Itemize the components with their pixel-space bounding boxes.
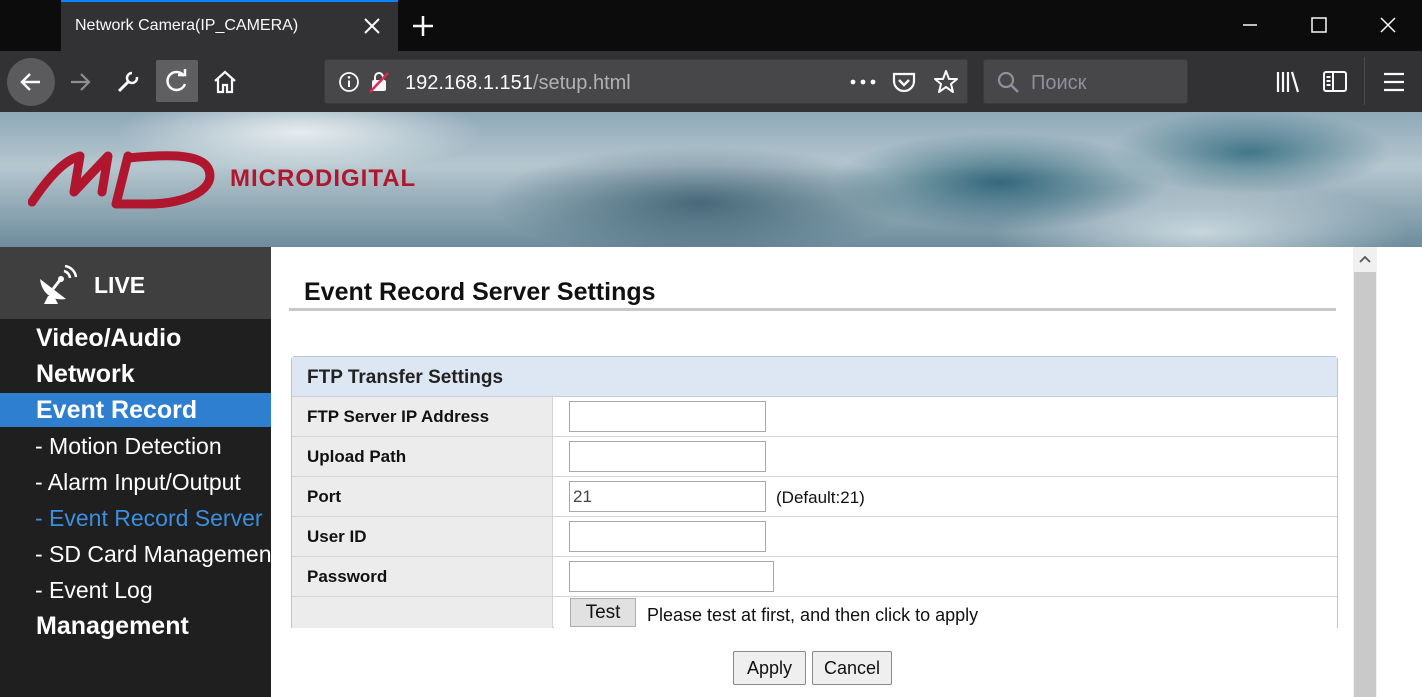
live-label: LIVE bbox=[94, 272, 146, 298]
port-value-cell: (Default:21) bbox=[554, 477, 1337, 516]
url-path: /setup.html bbox=[532, 72, 631, 94]
scrollbar-thumb[interactable] bbox=[1354, 272, 1376, 697]
brand-name: MICRODIGITAL bbox=[230, 165, 417, 192]
user-id-label-cell: User ID bbox=[292, 517, 553, 556]
browser-tab[interactable]: Network Camera(IP_CAMERA) bbox=[61, 0, 398, 51]
panel-header: FTP Transfer Settings bbox=[292, 357, 1337, 397]
menu-video-audio[interactable]: Video/Audio bbox=[0, 321, 271, 355]
nav-toolbar: 192.168.1.151/setup.html Поиск bbox=[0, 51, 1422, 112]
menu-event-record-server[interactable]: - Event Record Server bbox=[0, 501, 271, 535]
back-arrow-icon bbox=[20, 73, 40, 91]
ftp-ip-value-cell bbox=[554, 397, 1337, 436]
test-button[interactable]: Test bbox=[570, 598, 636, 627]
forward-arrow-icon bbox=[71, 73, 91, 91]
search-bar[interactable]: Поиск bbox=[983, 59, 1188, 104]
bookmark-star-icon[interactable] bbox=[933, 69, 959, 95]
sidebar-toggle-icon[interactable] bbox=[1322, 69, 1348, 95]
port-input[interactable] bbox=[569, 481, 766, 512]
port-label: Port bbox=[307, 487, 341, 506]
password-row: Password bbox=[292, 557, 1337, 597]
password-label-cell: Password bbox=[292, 557, 553, 596]
upload-path-label-cell: Upload Path bbox=[292, 437, 553, 476]
forward-button[interactable] bbox=[58, 60, 102, 104]
upload-path-value-cell bbox=[554, 437, 1337, 476]
apply-button[interactable]: Apply bbox=[733, 651, 806, 685]
menu-motion-detection[interactable]: - Motion Detection bbox=[0, 429, 271, 463]
new-tab-plus-icon[interactable] bbox=[408, 11, 438, 41]
url-host: 192.168.1.151 bbox=[405, 72, 533, 94]
maximize-window-icon[interactable] bbox=[1306, 12, 1332, 38]
settings-content: Event Record Server Settings FTP Transfe… bbox=[271, 247, 1353, 697]
page-actions-dots-icon[interactable] bbox=[850, 77, 876, 87]
sidebar: LIVE Video/Audio Network Event Record - … bbox=[0, 247, 271, 697]
menu-event-log[interactable]: - Event Log bbox=[0, 573, 271, 607]
tab-title: Network Camera(IP_CAMERA) bbox=[75, 17, 299, 34]
upload-path-label: Upload Path bbox=[307, 447, 407, 466]
user-id-value-cell bbox=[554, 517, 1337, 556]
panel-title: FTP Transfer Settings bbox=[307, 367, 504, 388]
menu-alarm-input-output[interactable]: - Alarm Input/Output bbox=[0, 465, 271, 499]
customize-wrench-button[interactable] bbox=[106, 60, 150, 104]
test-row: Test Please test at first, and then clic… bbox=[292, 597, 1337, 628]
menu-sd-card-management[interactable]: - SD Card Management bbox=[0, 537, 271, 571]
password-label: Password bbox=[307, 567, 388, 586]
ftp-ip-label: FTP Server IP Address bbox=[307, 407, 490, 426]
user-id-row: User ID bbox=[292, 517, 1337, 557]
reload-icon bbox=[166, 69, 187, 92]
upload-path-input[interactable] bbox=[569, 441, 766, 472]
menu-event-record[interactable]: Event Record bbox=[0, 393, 271, 427]
port-default-hint: (Default:21) bbox=[776, 488, 865, 507]
test-hint: Please test at first, and then click to … bbox=[647, 605, 979, 625]
vertical-scrollbar[interactable] bbox=[1353, 247, 1377, 697]
page-title: Event Record Server Settings bbox=[304, 278, 656, 306]
info-icon[interactable] bbox=[338, 71, 360, 93]
chevron-up-icon bbox=[1359, 255, 1371, 263]
hamburger-menu-icon[interactable] bbox=[1382, 69, 1406, 95]
minimize-window-icon[interactable] bbox=[1237, 12, 1263, 38]
ftp-settings-panel: FTP Transfer Settings FTP Server IP Addr… bbox=[291, 356, 1338, 628]
menu-management[interactable]: Management bbox=[0, 609, 271, 643]
insecure-lock-icon[interactable] bbox=[367, 70, 391, 94]
library-icon[interactable] bbox=[1275, 69, 1301, 95]
microdigital-logo-icon bbox=[28, 151, 215, 209]
ftp-ip-row: FTP Server IP Address bbox=[292, 397, 1337, 437]
web-page: MICRODIGITAL LIVE Video/Audio Network Ev… bbox=[0, 112, 1422, 697]
back-button[interactable] bbox=[7, 58, 55, 106]
home-icon bbox=[214, 70, 236, 94]
reload-button[interactable] bbox=[156, 60, 198, 102]
live-view-link[interactable]: LIVE bbox=[0, 247, 271, 319]
test-label-cell bbox=[292, 597, 553, 628]
port-row: Port (Default:21) bbox=[292, 477, 1337, 517]
test-value-cell: Test Please test at first, and then clic… bbox=[554, 597, 1337, 628]
toolbar-divider bbox=[1364, 57, 1365, 105]
wrench-icon bbox=[117, 71, 139, 93]
user-id-input[interactable] bbox=[569, 521, 766, 552]
address-bar[interactable]: 192.168.1.151/setup.html bbox=[324, 59, 968, 104]
cancel-button[interactable]: Cancel bbox=[812, 651, 892, 685]
ftp-ip-label-cell: FTP Server IP Address bbox=[292, 397, 553, 436]
search-placeholder: Поиск bbox=[1031, 72, 1087, 94]
tab-close-icon[interactable] bbox=[361, 15, 383, 37]
menu-network[interactable]: Network bbox=[0, 357, 271, 391]
header-banner: MICRODIGITAL bbox=[0, 112, 1422, 247]
scroll-up-button[interactable] bbox=[1353, 247, 1377, 271]
password-input[interactable] bbox=[569, 561, 774, 592]
port-label-cell: Port bbox=[292, 477, 553, 516]
tab-strip: Network Camera(IP_CAMERA) bbox=[0, 0, 1422, 51]
upload-path-row: Upload Path bbox=[292, 437, 1337, 477]
pocket-icon[interactable] bbox=[891, 70, 917, 94]
close-window-icon[interactable] bbox=[1375, 12, 1401, 38]
url-text: 192.168.1.151/setup.html bbox=[405, 72, 631, 95]
title-divider bbox=[289, 308, 1336, 311]
user-id-label: User ID bbox=[307, 527, 367, 546]
satellite-dish-icon bbox=[40, 265, 78, 304]
password-value-cell bbox=[554, 557, 1337, 596]
ftp-server-ip-input[interactable] bbox=[569, 401, 766, 432]
page-margin bbox=[1377, 247, 1422, 697]
search-icon bbox=[997, 71, 1019, 93]
home-button[interactable] bbox=[203, 60, 247, 104]
